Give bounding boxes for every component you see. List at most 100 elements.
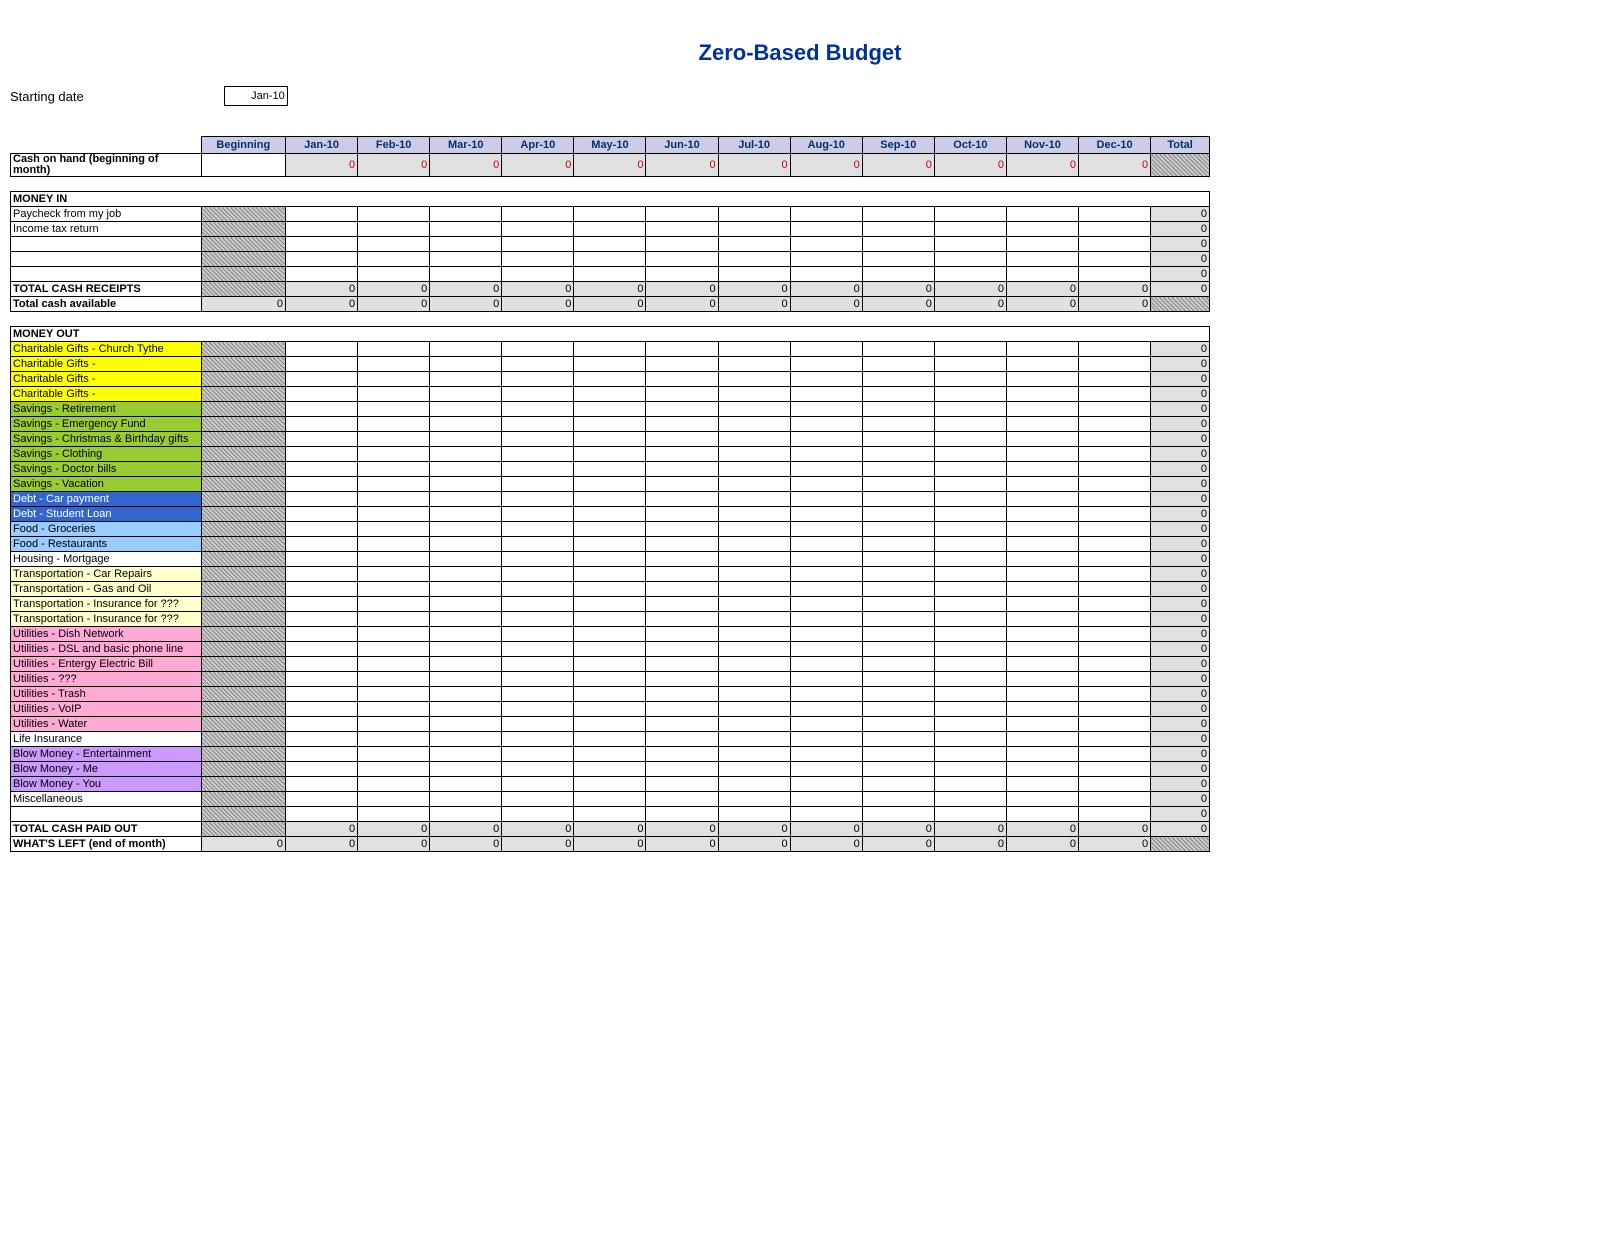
cell[interactable] <box>574 612 646 627</box>
cell[interactable] <box>574 372 646 387</box>
cell[interactable] <box>574 537 646 552</box>
cell[interactable] <box>430 717 502 732</box>
cell[interactable] <box>1079 507 1151 522</box>
cell[interactable] <box>502 237 574 252</box>
cell[interactable] <box>790 447 862 462</box>
cell[interactable] <box>502 732 574 747</box>
cell[interactable] <box>574 582 646 597</box>
cell[interactable] <box>790 717 862 732</box>
cell[interactable] <box>790 387 862 402</box>
cell[interactable] <box>1079 447 1151 462</box>
cell[interactable] <box>646 717 718 732</box>
cell[interactable] <box>430 522 502 537</box>
starting-date-input[interactable] <box>224 86 288 106</box>
cell[interactable] <box>286 762 358 777</box>
cell[interactable] <box>502 492 574 507</box>
cell[interactable] <box>286 507 358 522</box>
cell[interactable] <box>1079 402 1151 417</box>
cell[interactable] <box>934 372 1006 387</box>
cell[interactable] <box>358 552 430 567</box>
cell[interactable] <box>430 267 502 282</box>
cell[interactable] <box>718 597 790 612</box>
cell[interactable] <box>1006 357 1078 372</box>
cell[interactable] <box>718 702 790 717</box>
cell[interactable]: 0 <box>790 154 862 177</box>
cell[interactable] <box>1006 402 1078 417</box>
cell[interactable] <box>1079 477 1151 492</box>
cell[interactable] <box>934 492 1006 507</box>
cell[interactable]: 0 <box>286 154 358 177</box>
cell[interactable] <box>862 237 934 252</box>
cell[interactable] <box>718 492 790 507</box>
cell[interactable] <box>862 552 934 567</box>
cell[interactable] <box>574 492 646 507</box>
cell[interactable] <box>646 432 718 447</box>
cell[interactable] <box>574 597 646 612</box>
cell[interactable] <box>286 807 358 822</box>
cell[interactable] <box>430 627 502 642</box>
cell[interactable]: 0 <box>1079 154 1151 177</box>
cell[interactable] <box>358 537 430 552</box>
cell[interactable] <box>934 207 1006 222</box>
cell[interactable] <box>1079 462 1151 477</box>
cell[interactable]: 0 <box>646 154 718 177</box>
cell[interactable] <box>862 657 934 672</box>
cell[interactable] <box>934 672 1006 687</box>
cell[interactable] <box>934 612 1006 627</box>
cell[interactable] <box>286 702 358 717</box>
cell[interactable] <box>502 702 574 717</box>
cell[interactable] <box>502 342 574 357</box>
cell[interactable] <box>574 627 646 642</box>
cell[interactable] <box>718 732 790 747</box>
cell[interactable] <box>862 462 934 477</box>
cell[interactable] <box>430 747 502 762</box>
cell[interactable] <box>286 357 358 372</box>
cell[interactable] <box>574 342 646 357</box>
cell[interactable] <box>646 267 718 282</box>
cell[interactable] <box>646 747 718 762</box>
cell[interactable] <box>862 522 934 537</box>
cell[interactable] <box>502 477 574 492</box>
cell[interactable] <box>574 687 646 702</box>
cell[interactable] <box>1006 732 1078 747</box>
cell[interactable] <box>718 792 790 807</box>
cell[interactable] <box>790 462 862 477</box>
cell[interactable] <box>718 372 790 387</box>
cell[interactable] <box>790 597 862 612</box>
cell[interactable] <box>646 522 718 537</box>
cell[interactable] <box>790 477 862 492</box>
cell[interactable] <box>718 747 790 762</box>
cell[interactable] <box>358 492 430 507</box>
cell[interactable] <box>430 477 502 492</box>
cell[interactable] <box>646 417 718 432</box>
cell[interactable] <box>1006 777 1078 792</box>
cell[interactable] <box>1079 702 1151 717</box>
cell[interactable] <box>1006 447 1078 462</box>
cell[interactable] <box>790 492 862 507</box>
cell[interactable] <box>502 777 574 792</box>
cell[interactable] <box>286 747 358 762</box>
cell[interactable] <box>862 642 934 657</box>
cell[interactable] <box>574 447 646 462</box>
cell[interactable] <box>286 597 358 612</box>
cell[interactable] <box>358 372 430 387</box>
cell[interactable] <box>646 207 718 222</box>
cell[interactable] <box>358 252 430 267</box>
cell[interactable] <box>502 687 574 702</box>
cell[interactable] <box>646 597 718 612</box>
cell[interactable] <box>430 657 502 672</box>
cell[interactable] <box>1006 387 1078 402</box>
cell[interactable] <box>1079 657 1151 672</box>
cell[interactable] <box>1079 492 1151 507</box>
cell[interactable] <box>430 402 502 417</box>
cell[interactable] <box>1006 792 1078 807</box>
cell[interactable] <box>358 402 430 417</box>
cell[interactable] <box>286 627 358 642</box>
cell[interactable] <box>718 777 790 792</box>
cell[interactable] <box>358 522 430 537</box>
cell[interactable] <box>1079 522 1151 537</box>
cell[interactable] <box>430 432 502 447</box>
cell[interactable] <box>934 432 1006 447</box>
cell[interactable] <box>574 432 646 447</box>
cell[interactable] <box>934 417 1006 432</box>
